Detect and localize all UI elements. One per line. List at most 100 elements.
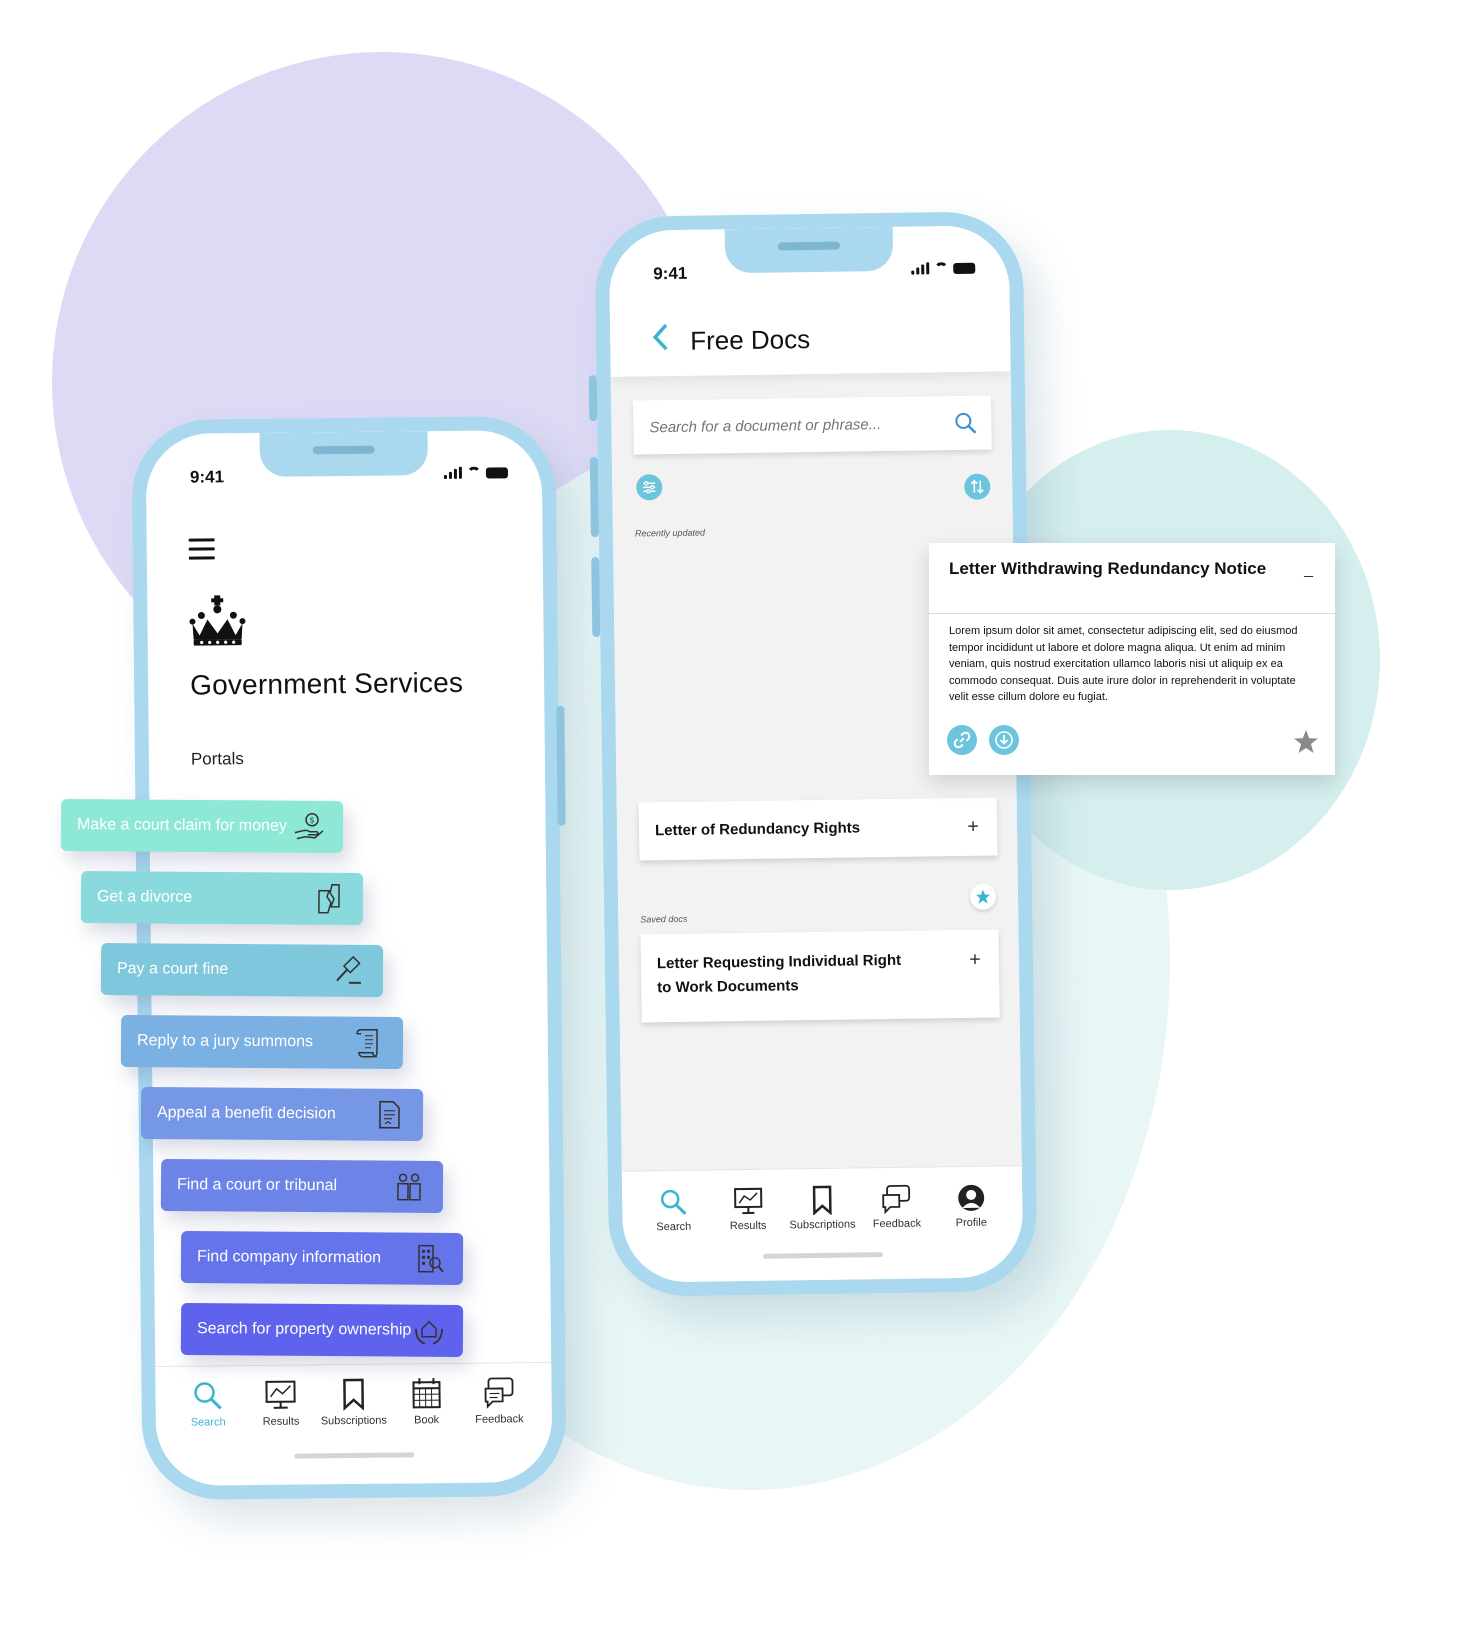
tab-subscriptions[interactable]: Subscriptions [788,1184,857,1280]
portal-label: Pay a court fine [116,960,229,978]
building-icon [418,1244,444,1273]
battery-icon [485,467,508,479]
tab-label: Search [656,1220,692,1234]
crown-logo-icon [189,595,246,646]
search-input[interactable] [649,415,900,436]
battery-icon [953,262,976,275]
sliders-icon [643,481,656,494]
portal-button[interactable]: Pay a court fine [100,943,384,997]
page-title: Free Docs [690,324,811,356]
star-icon[interactable] [1293,729,1319,755]
preview-title: Letter Withdrawing Redundancy Notice [949,559,1267,578]
link-button[interactable] [947,725,977,755]
tab-book[interactable]: Book [393,1376,460,1484]
bottom-tab-bar: Search Results Subscriptions Book Feedba… [155,1361,553,1487]
link-icon [953,731,971,749]
menu-icon[interactable] [188,538,215,565]
content-area: Recently updated Letter of Redundancy Ri… [610,371,1024,1283]
bookmark-icon [812,1185,832,1216]
portal-button[interactable]: Make a court claim for money $ [60,799,344,853]
portal-label: Make a court claim for money [76,816,287,835]
split-document-icon [318,884,340,914]
tab-label: Feedback [872,1217,922,1231]
tab-label: Subscriptions [789,1218,856,1232]
tab-label: Results [729,1219,767,1233]
search-icon [661,1189,687,1215]
portal-label: Appeal a benefit decision [156,1104,336,1123]
sort-arrows-icon [970,479,984,494]
tab-label: Book [414,1414,440,1427]
house-hands-icon [415,1320,443,1345]
saved-docs-label: Saved docs [640,913,688,925]
tab-search[interactable]: Search [175,1378,242,1486]
mute-switch [588,375,598,422]
portal-button[interactable]: Get a divorce [80,871,364,925]
profile-icon [957,1184,984,1211]
sort-button[interactable] [964,473,991,500]
portal-label: Get a divorce [96,888,193,906]
document-icon [379,1100,400,1129]
tab-feedback[interactable]: Feedback [862,1183,931,1279]
divider [929,613,1335,614]
doc-card[interactable]: Letter Requesting Individual Right to Wo… [640,929,1000,1023]
bottom-tab-bar: Search Results Subscriptions Feedback Pr… [621,1165,1024,1283]
wifi-icon [466,466,481,479]
back-chevron-icon[interactable] [650,322,670,352]
doc-card[interactable]: Letter of Redundancy Rights + [638,797,998,861]
status-time: 9:41 [189,467,225,487]
star-icon [975,889,990,904]
tab-feedback[interactable]: Feedback [466,1375,533,1483]
page-title: Government Services [189,666,464,701]
search-icon[interactable] [953,411,977,435]
search-icon [194,1382,223,1410]
gavel-icon [336,955,361,984]
saved-star-button[interactable] [969,883,997,910]
scroll-icon [356,1028,378,1058]
svg-text:$: $ [309,816,314,825]
volume-down-button [591,557,601,638]
nav-header: 9:41 Free Docs [608,225,1011,377]
wifi-icon [934,262,949,275]
portal-label: Reply to a jury summons [136,1032,314,1051]
collapse-button[interactable]: _ [1304,561,1313,579]
tab-profile[interactable]: Profile [937,1182,1006,1278]
chart-monitor-icon [265,1380,296,1409]
hand-coin-icon: $ [294,813,324,840]
bookmark-icon [343,1378,364,1411]
portal-button[interactable]: Search for property ownership [180,1303,464,1357]
download-icon [995,731,1013,749]
portal-button[interactable]: Reply to a jury summons [120,1015,404,1069]
tab-results[interactable]: Results [714,1186,783,1282]
expand-button[interactable]: + [969,949,981,971]
search-bar[interactable] [633,395,992,455]
portal-label: Find company information [196,1248,382,1267]
status-icons [443,466,508,479]
notch [259,431,428,477]
section-label: Portals [190,749,244,769]
tab-label: Subscriptions [320,1414,387,1428]
recently-updated-label: Recently updated [634,527,706,539]
portal-label: Search for property ownership [196,1320,412,1339]
signal-icon [443,466,462,479]
chart-monitor-icon [733,1187,762,1215]
document-preview-card: Letter Withdrawing Redundancy Notice _ L… [929,543,1335,775]
calendar-icon [412,1378,441,1409]
filter-button[interactable] [636,474,663,501]
download-button[interactable] [989,725,1019,755]
portal-label: Find a court or tribunal [176,1176,338,1195]
tab-results[interactable]: Results [248,1377,315,1485]
tab-search[interactable]: Search [639,1187,708,1283]
tab-label: Results [262,1415,300,1428]
expand-button[interactable]: + [967,816,979,838]
tab-label: Profile [955,1216,987,1230]
preview-body: Lorem ipsum dolor sit amet, consectetur … [949,625,1298,703]
doc-title: Letter Requesting Individual Right to Wo… [656,951,902,997]
signal-icon [911,262,930,275]
portal-button[interactable]: Appeal a benefit decision [140,1087,424,1141]
volume-up-button [589,457,599,538]
portal-button[interactable]: Find a court or tribunal [160,1159,444,1213]
tab-label: Feedback [475,1413,524,1426]
portal-button[interactable]: Find company information [180,1231,464,1285]
tab-subscriptions[interactable]: Subscriptions [320,1377,387,1485]
people-icon [397,1173,421,1201]
